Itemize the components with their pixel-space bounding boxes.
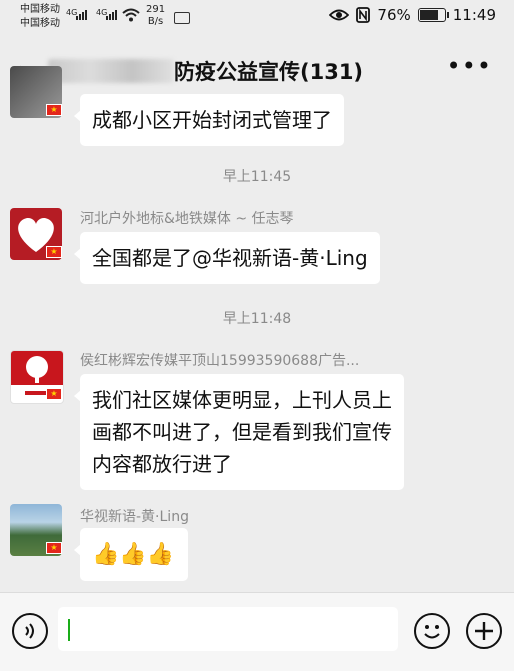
text-caret	[68, 619, 70, 641]
signal-icon	[76, 10, 87, 20]
signal-icon	[106, 10, 117, 20]
message-text-line: 画都不叫进了，但是看到我们宣传	[92, 420, 392, 444]
network-speed: 291 B/s	[146, 4, 165, 28]
carrier-2: 中国移动	[20, 18, 60, 29]
speed-value: 291	[146, 4, 166, 15]
emoji-icon[interactable]	[414, 613, 450, 649]
carrier-labels: 中国移动 中国移动	[20, 3, 60, 31]
battery-icon	[417, 8, 449, 22]
flag-badge-icon: ★	[46, 104, 62, 116]
blurred-group-name	[48, 59, 174, 83]
speed-unit: B/s	[147, 16, 164, 27]
carrier-1: 中国移动	[20, 4, 60, 15]
timestamp: 早上11:48	[222, 311, 292, 327]
message-text-line: 内容都放行进了	[92, 452, 232, 476]
flag-badge-icon: ★	[46, 246, 62, 258]
sender-name: 华视新语-黄·Ling	[80, 509, 189, 525]
message-text: 全国都是了@华视新语-黄·Ling	[92, 246, 368, 270]
more-dots-icon[interactable]: •••	[447, 52, 492, 80]
chat-header: ‹ 防疫公益宣传(131) •••	[0, 36, 514, 102]
message-text: 成都小区开始封闭式管理了	[92, 108, 332, 132]
flag-badge-icon: ★	[46, 542, 62, 554]
message-bubble[interactable]: 成都小区开始封闭式管理了	[74, 94, 344, 146]
eye-icon	[329, 9, 350, 21]
plus-icon[interactable]	[466, 613, 502, 649]
chat-title: 防疫公益宣传(131)	[174, 60, 364, 84]
voice-icon[interactable]	[12, 613, 48, 649]
status-bar: 中国移动 中国移动 4G 4G 291 B/s 76% 11:49	[0, 0, 514, 36]
sender-name: 侯红彬辉宏传媒平顶山15993590688广告...	[80, 353, 360, 369]
message-list[interactable]: ★ 成都小区开始封闭式管理了 早上11:45 ★ 河北户外地标&地铁媒体 ~ 任…	[0, 66, 514, 592]
battery-percent: 76%	[377, 6, 411, 24]
message-bubble[interactable]: 👍👍👍	[73, 528, 189, 581]
flag-badge-icon: ★	[46, 388, 62, 400]
timestamp: 早上11:45	[222, 169, 292, 185]
sender-name: 河北户外地标&地铁媒体 ~ 任志琴	[80, 211, 294, 227]
clock: 11:49	[452, 6, 496, 24]
message-bubble[interactable]: 全国都是了@华视新语-黄·Ling	[74, 232, 380, 284]
wifi-icon	[122, 8, 140, 22]
message-text-line: 我们社区媒体更明显，上刊人员上	[92, 388, 392, 412]
nfc-icon	[356, 7, 371, 23]
smile-face-icon	[424, 625, 440, 639]
plus-sign-icon	[475, 622, 493, 640]
keyboard-icon	[174, 12, 190, 24]
message-bubble[interactable]: 我们社区媒体更明显，上刊人员上 画都不叫进了，但是看到我们宣传 内容都放行进了	[74, 374, 404, 490]
message-input[interactable]	[58, 607, 398, 651]
status-right: 76% 11:49	[329, 6, 496, 24]
voice-waves-icon	[25, 623, 34, 639]
input-bar	[0, 592, 514, 671]
thumbs-up-icon: 👍👍👍	[92, 542, 175, 567]
